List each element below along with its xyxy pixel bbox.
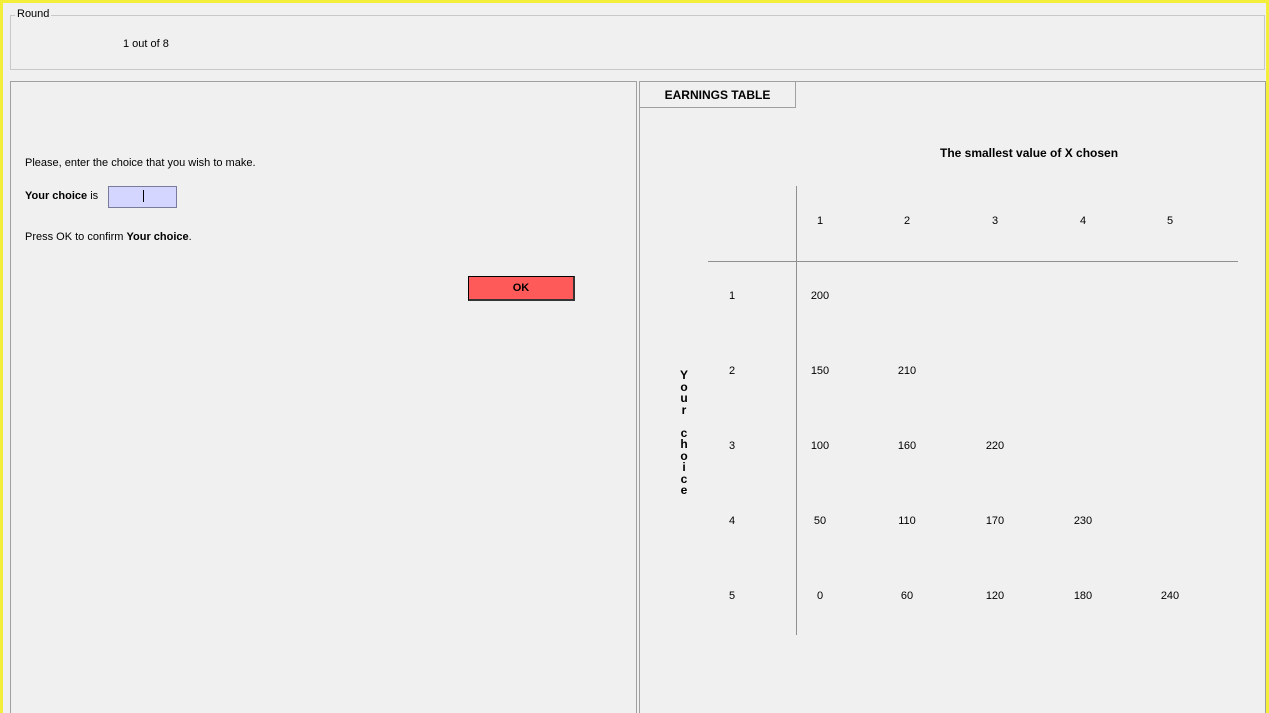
round-groupbox: Round 1 out of 8 <box>10 8 1265 70</box>
table-cell: 110 <box>898 515 916 527</box>
table-cell: 220 <box>985 440 1005 452</box>
table-horizontal-divider <box>708 261 1238 262</box>
table-title: The smallest value of X chosen <box>940 146 1119 160</box>
table-cell: 50 <box>813 515 827 527</box>
table-cell: 180 <box>1073 590 1093 602</box>
row-header: 5 <box>728 590 736 602</box>
table-cell: 100 <box>810 440 830 452</box>
table-cell: 120 <box>985 590 1005 602</box>
round-legend: Round <box>15 8 52 20</box>
table-cell: 160 <box>897 440 917 452</box>
row-header: 2 <box>728 365 736 377</box>
table-cell: 200 <box>810 290 830 302</box>
confirm-prefix: Press OK to confirm <box>25 231 127 243</box>
table-cell: 150 <box>810 365 830 377</box>
table-cell: 0 <box>816 590 824 602</box>
text-caret <box>143 190 144 202</box>
column-header: 4 <box>1079 215 1087 227</box>
choice-panel: Please, enter the choice that you wish t… <box>10 81 637 713</box>
row-header: 1 <box>728 290 736 302</box>
column-header: 3 <box>991 215 999 227</box>
table-cell: 60 <box>900 590 914 602</box>
tab-earnings-table[interactable]: EARNINGS TABLE <box>639 81 796 108</box>
table-vertical-divider <box>796 186 797 635</box>
choice-label-bold: Your choice <box>25 190 88 202</box>
column-header: 1 <box>816 215 824 227</box>
column-header: 5 <box>1166 215 1174 227</box>
round-counter: 1 out of 8 <box>123 38 169 50</box>
earnings-panel: EARNINGS TABLE The smallest value of X c… <box>639 81 1266 713</box>
row-axis-label: Y o u r c h o i c e <box>679 368 688 497</box>
choice-label-rest: is <box>87 190 99 202</box>
column-header: 2 <box>903 215 911 227</box>
table-cell: 230 <box>1073 515 1093 527</box>
choice-label: Your choice is <box>25 190 98 202</box>
table-cell: 210 <box>897 365 917 377</box>
ok-button[interactable]: OK <box>468 276 575 301</box>
confirm-suffix: . <box>188 231 192 243</box>
row-header: 4 <box>728 515 736 527</box>
confirm-bold: Your choice <box>126 231 189 243</box>
table-cell: 170 <box>985 515 1005 527</box>
window-frame-top <box>0 0 1269 3</box>
instruction-text: Please, enter the choice that you wish t… <box>25 157 256 169</box>
window-frame-left <box>0 0 3 713</box>
confirm-instruction: Press OK to confirm Your choice. <box>25 231 192 243</box>
row-header: 3 <box>728 440 736 452</box>
table-cell: 240 <box>1160 590 1180 602</box>
